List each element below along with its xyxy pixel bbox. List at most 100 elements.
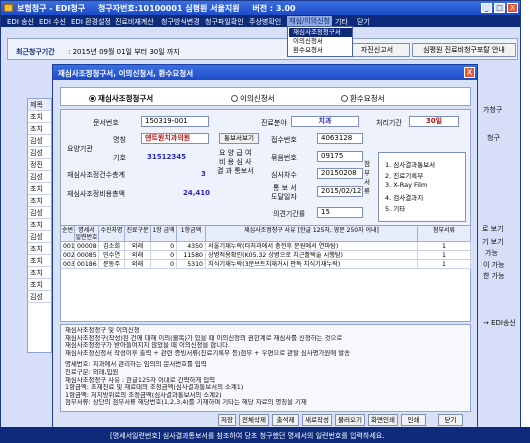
portal-guide-button[interactable]: 심평원 진료비청구포탈 안내 [412, 43, 516, 57]
note-line: 재심사조정신청서 작성이후 출력 + 관련 증빙서류(진료기록부 등)첨부 + … [65, 349, 350, 357]
menu-close[interactable]: 닫기 [357, 17, 370, 27]
notice-date-field[interactable]: 2015/02/12 [317, 186, 363, 197]
load-button[interactable]: 불러오기 [335, 414, 365, 426]
org-name-label: 명칭 [113, 136, 126, 144]
menu-edi-send[interactable]: EDI 송신 [7, 17, 34, 27]
attach-docs-label: 첨 부 서 류 [364, 160, 370, 195]
app-icon [4, 4, 13, 12]
print-button[interactable]: 인쇄 [401, 414, 426, 426]
list-item[interactable]: 조치 [28, 279, 51, 291]
side-text: 로 보기 [482, 225, 504, 233]
col-header: 첨부서류 [418, 226, 471, 242]
radio-dot-icon [89, 95, 96, 102]
period-label: 최근청구기간 [16, 48, 55, 56]
dept-label: 진료분야 [261, 119, 287, 127]
list-item[interactable]: 정진 [28, 159, 51, 171]
list-item[interactable]: 조치 [28, 123, 51, 135]
dialog-close-button[interactable]: X [464, 67, 475, 78]
attach-doc-list: 1. 심사결과통보서 2. 진료기록부 3. X-Ray Film 4. 검사결… [378, 152, 466, 222]
org-name-field[interactable]: 덴트원치과의원 [141, 133, 209, 144]
menu-edi-receive[interactable]: EDI 수신 [39, 17, 66, 27]
doc-item: 5. 기타 [385, 205, 406, 213]
version-label: 버전 : 3.00 [252, 4, 296, 13]
dialog-titlebar[interactable]: 재심사조정청구서, 이의신청서, 환수요청서 [53, 65, 477, 80]
col-header: 수진자명 [99, 226, 125, 242]
screen-print-button[interactable]: 화면인쇄 [368, 414, 398, 426]
col-header: 재심사조정청구 사유 [한글 125자, 영문 250자 이내] [206, 226, 418, 242]
new-button[interactable]: 새로작성 [302, 414, 332, 426]
dropdown-item-objection[interactable]: 이의신청서 [289, 37, 352, 46]
list-item[interactable]: 김성 [28, 231, 51, 243]
note-line: 재심사조정청구(작성)된 건에 대해 이의(불복)가 있을 때 이의신청의 권한… [65, 334, 343, 342]
list-item[interactable]: 조치 [28, 219, 51, 231]
delete-all-button[interactable]: 전체삭제 [239, 414, 269, 426]
cell: 4350 [177, 242, 206, 251]
list-item[interactable]: 조치 [28, 255, 51, 267]
cell: 문동주 [99, 260, 125, 269]
list-item[interactable]: 조치 [28, 195, 51, 207]
dropdown-item-reexam[interactable]: 재심사조정청구서 [289, 28, 352, 37]
list-item[interactable]: 김성 [28, 135, 51, 147]
cell: 외래 [125, 251, 151, 260]
minimize-button[interactable]: _ [481, 3, 492, 13]
list-item[interactable]: 김성 [28, 171, 51, 183]
opinion-field[interactable]: 15 [317, 207, 363, 218]
menu-main-disease[interactable]: 주상병확인 [249, 17, 281, 27]
cell: 00085 [75, 251, 99, 260]
print-out-button[interactable]: 출석제 [272, 414, 299, 426]
cell: 5310 [177, 260, 206, 269]
list-item[interactable]: 김성 [28, 147, 51, 159]
cell: 1 [418, 251, 471, 260]
review-date-field[interactable]: 20150208 [317, 168, 363, 179]
save-button[interactable]: 저장 [218, 414, 236, 426]
notice-date-label: 도달일자 [271, 193, 297, 201]
col-header: 순번 [61, 226, 75, 242]
view-notice-button[interactable]: 통보서보기 [219, 133, 259, 144]
note-line: 첨부서류: 상단의 첨부서류 해당번호(1,2,3,4)를 기재하며 기타는 해… [65, 399, 307, 407]
list-header: 제목 [28, 99, 51, 111]
self-report-button[interactable]: 자진신고서 [344, 43, 410, 57]
maximize-button[interactable]: □ [494, 3, 505, 13]
menu-claim-method[interactable]: 청구방식변경 [161, 17, 200, 27]
deadline-field[interactable]: 30일 [409, 116, 459, 127]
period-bar: 최근청구기간 : 2015년 09월 01일 부터 30일 까지 자진신고서 심… [7, 38, 518, 60]
opinion-label: 의견기간률 [273, 210, 306, 218]
org-code-label: 기호 [113, 154, 126, 162]
doc-no-field[interactable]: 150319-001 [141, 116, 209, 127]
list-item[interactable]: 조치 [28, 111, 51, 123]
close-button[interactable]: 닫기 [438, 414, 463, 426]
cell: 0 [151, 251, 177, 260]
amount-value: 24,410 [183, 189, 211, 197]
list-item[interactable]: 김성 [28, 291, 51, 303]
col-header: 진료구분 [125, 226, 151, 242]
dept-field[interactable]: 치과 [291, 116, 359, 127]
period-text: : 2015년 09월 01일 부터 30일 까지 [68, 48, 180, 56]
status-bar: [명세서일련번호] 심사결과통보서를 참조하여 당초 청구했던 명세서의 일련번… [0, 427, 530, 443]
radio-reexam[interactable]: 재심사조정청구서 [89, 93, 153, 104]
cell: 001 [61, 242, 75, 251]
receipt-field[interactable]: 4063128 [317, 133, 363, 144]
note-line: 재심사조정청구 사유 : 한글125자 이내로 간략하게 입력 [65, 376, 216, 384]
cell: 002 [61, 251, 75, 260]
notice-label: 결 과 통보서 [217, 167, 254, 175]
cases-value: 3 [201, 170, 206, 178]
list-item[interactable]: 김성 [28, 207, 51, 219]
dropdown-item-refund[interactable]: 환수요청서 [289, 46, 352, 55]
list-item[interactable]: 조치 [28, 183, 51, 195]
app-title: 보험청구 - EDI청구 [17, 4, 86, 13]
menu-claim-file[interactable]: 청구파일확인 [205, 17, 244, 27]
cell: 0 [151, 260, 177, 269]
menu-edi-settings[interactable]: EDI 환경설정 [71, 17, 111, 27]
note-line: 1항금액: 초재진료 및 재료대의 조정금액(심사결과통보서의 소계1) [65, 384, 244, 392]
list-item[interactable]: 조치 [28, 243, 51, 255]
col-header: 1항 금액 [151, 226, 177, 242]
side-text: 가능 [485, 249, 498, 257]
menu-review[interactable]: 재심/이의신청 [287, 16, 332, 26]
radio-refund[interactable]: 환수요청서 [341, 93, 385, 104]
list-item[interactable]: 조치 [28, 267, 51, 279]
main-close-button[interactable]: X [507, 3, 518, 13]
radio-objection[interactable]: 이의신청서 [231, 93, 275, 104]
bundle-field[interactable]: 09175 [317, 151, 363, 162]
menu-recalc[interactable]: 진료비재계산 [115, 17, 154, 27]
main-titlebar[interactable]: 보험청구 - EDI청구 청구자번호:10100001 심평원 서울지원 버전 … [1, 1, 520, 15]
